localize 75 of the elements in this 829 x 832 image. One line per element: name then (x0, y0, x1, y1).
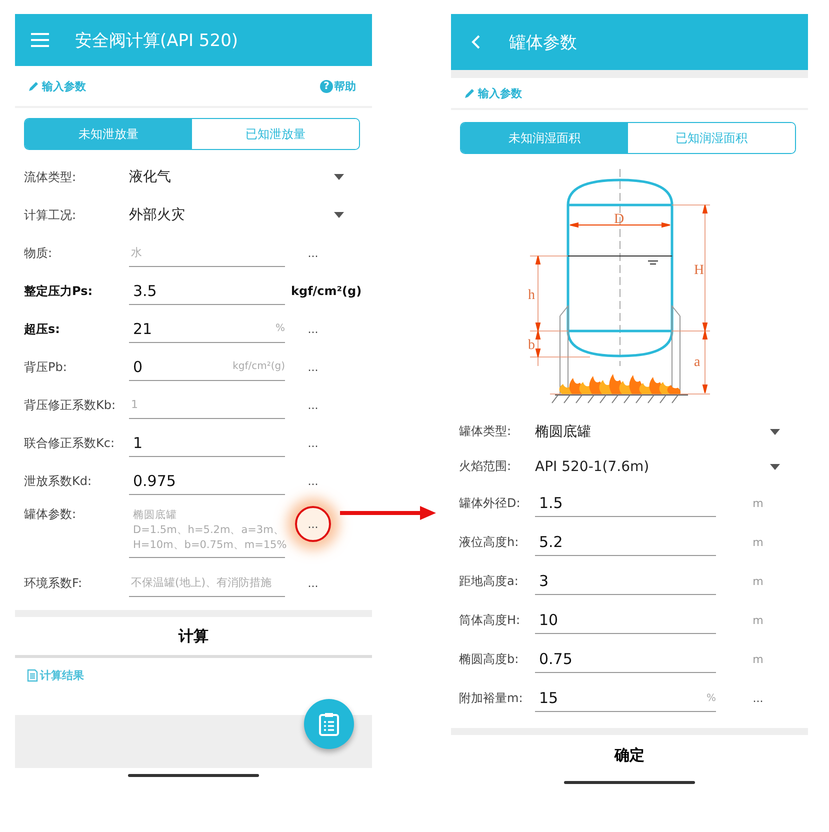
document-icon (27, 668, 38, 682)
unit-label: kgf/cm²(g) (290, 284, 362, 298)
more-button[interactable]: ... (295, 349, 331, 385)
field-label: 罐体参数: (24, 506, 78, 523)
input-field[interactable]: 1.5 (535, 494, 716, 512)
more-button[interactable]: ... (295, 425, 331, 461)
input-field[interactable]: 0 (129, 358, 233, 376)
section-title: 输入参数 (478, 86, 522, 100)
field-label: 椭圆高度b: (459, 651, 520, 668)
hint-text: 椭圆底罐 (133, 508, 177, 523)
clipboard-icon (318, 712, 340, 736)
unit-label: % (275, 323, 285, 334)
unit-label: m (752, 575, 764, 588)
field-label: 环境系数F: (24, 574, 84, 592)
unit-label: m (752, 536, 764, 549)
dropdown[interactable]: 外部火灾 (129, 206, 372, 224)
unit-label: m (752, 653, 764, 666)
unit-label: kgf/cm²(g) (232, 361, 285, 372)
field-label: 火焰范围: (459, 458, 512, 475)
more-button[interactable]: ... (295, 506, 331, 542)
input-field[interactable]: 15 (535, 689, 706, 707)
tank-diagram-drawing: D H h b a (510, 166, 770, 406)
input-field[interactable]: 10 (535, 611, 716, 629)
input-field[interactable]: 不保温罐(地上)、有消防措施 (129, 576, 285, 589)
dropdown[interactable]: API 520-1(7.6m) (535, 458, 808, 474)
input-field[interactable]: 1 (129, 398, 285, 411)
screen-title: 罐体参数 (509, 32, 577, 54)
unit-label: m (752, 497, 764, 510)
caret-icon (770, 464, 780, 470)
clipboard-button[interactable] (304, 699, 354, 749)
menu-icon[interactable] (31, 33, 49, 47)
field-label: 计算工况: (24, 206, 78, 224)
more-button[interactable]: ... (295, 463, 331, 499)
unit-label: m (752, 614, 764, 627)
input-field[interactable]: 3 (535, 572, 716, 590)
field-label: 超压s: (24, 320, 61, 338)
input-field[interactable]: 3.5 (129, 282, 285, 300)
field-label: 整定压力Ps: (24, 282, 94, 300)
hint-text: H=10m、b=0.75m、m=15% (133, 538, 287, 553)
field-label: 泄放系数Kd: (24, 472, 93, 490)
field-label: 物质: (24, 244, 54, 262)
field-label: 罐体外径D: (459, 495, 522, 512)
field-label: 距地高度a: (459, 573, 520, 590)
back-icon[interactable] (471, 35, 481, 49)
screen-title: 安全阀计算(API 520) (75, 30, 238, 52)
field-label: 液位高度h: (459, 534, 520, 551)
dropdown[interactable]: 液化气 (129, 168, 372, 186)
pencil-icon (28, 80, 40, 92)
input-field[interactable]: 0.975 (129, 472, 285, 490)
more-button[interactable]: ... (740, 680, 776, 716)
input-field[interactable]: 5.2 (535, 533, 716, 551)
field-label: 联合修正系数Kc: (24, 434, 116, 452)
more-button[interactable]: ... (295, 235, 331, 271)
caret-icon (334, 174, 344, 180)
dropdown[interactable]: 椭圆底罐 (535, 422, 808, 440)
pencil-icon (464, 87, 476, 99)
hint-text: D=1.5m、h=5.2m、a=3m、 (133, 523, 284, 538)
more-button[interactable]: ... (295, 387, 331, 423)
caret-icon (334, 212, 344, 218)
field-label: 罐体类型: (459, 423, 512, 440)
input-field[interactable]: 21 (129, 320, 276, 338)
input-field[interactable]: 水 (129, 246, 285, 259)
field-label: 筒体高度H: (459, 612, 522, 629)
more-button[interactable]: ... (295, 565, 331, 601)
field-label: 背压修正系数Kb: (24, 396, 117, 414)
section-title: 计算结果 (40, 668, 84, 682)
field-label: 背压Pb: (24, 358, 68, 376)
field-label: 流体类型: (24, 168, 78, 186)
section-title: 输入参数 (42, 78, 86, 94)
caret-icon (770, 428, 780, 434)
field-label: 附加裕量m: (459, 690, 524, 707)
unit-label: % (706, 692, 716, 704)
input-field[interactable]: 0.75 (535, 650, 716, 668)
more-button[interactable]: ... (295, 311, 331, 347)
input-field[interactable]: 1 (129, 434, 285, 452)
